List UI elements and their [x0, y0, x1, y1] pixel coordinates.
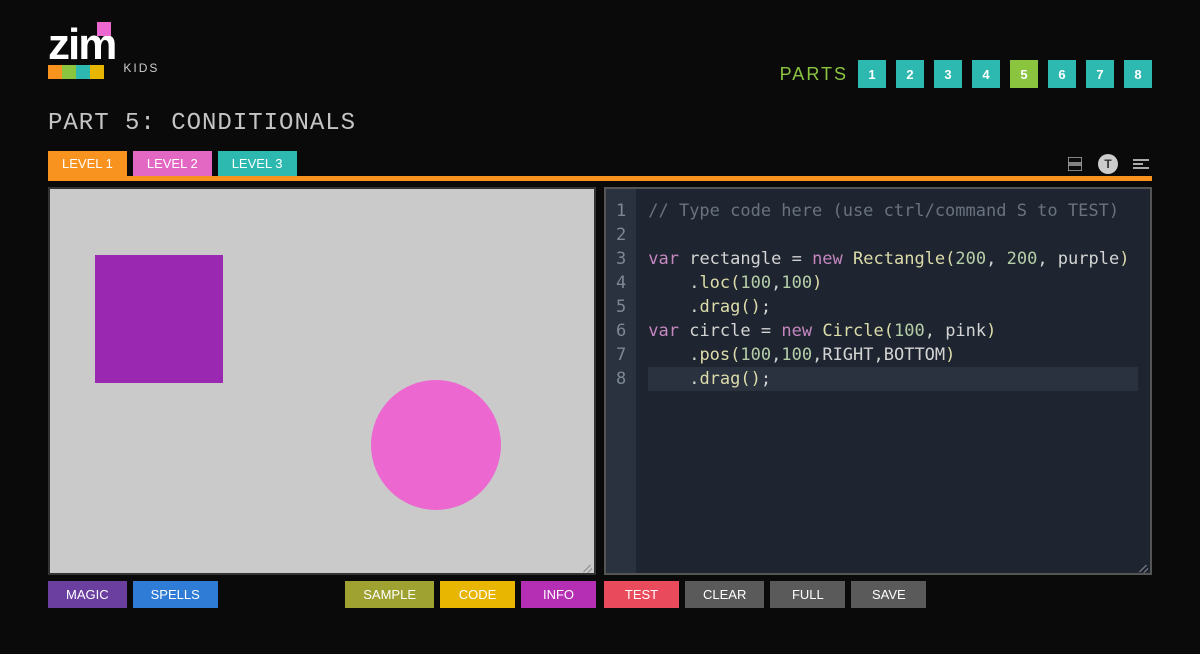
part-button-8[interactable]: 8 [1124, 60, 1152, 88]
page-title: PART 5: CONDITIONALS [0, 88, 1200, 137]
spells-button[interactable]: SPELLS [133, 581, 218, 608]
level-tab-3[interactable]: LEVEL 3 [218, 151, 297, 176]
magic-button[interactable]: MAGIC [48, 581, 127, 608]
wrap-icon[interactable] [1132, 155, 1150, 173]
editor-toolbar: T [1066, 154, 1152, 174]
parts-label: PARTS [780, 64, 848, 85]
level-tab-2[interactable]: LEVEL 2 [133, 151, 212, 176]
canvas-circle[interactable] [371, 380, 501, 510]
canvas-output[interactable] [48, 187, 596, 575]
logo[interactable]: zim KIDS [48, 25, 159, 79]
part-button-3[interactable]: 3 [934, 60, 962, 88]
resize-handle-icon[interactable] [1138, 561, 1148, 571]
code-area[interactable]: // Type code here (use ctrl/command S to… [636, 189, 1150, 573]
line-gutter: 12345678 [606, 189, 636, 573]
save-button[interactable]: SAVE [851, 581, 926, 608]
level-tab-1[interactable]: LEVEL 1 [48, 151, 127, 176]
canvas-rectangle[interactable] [95, 255, 223, 383]
code-editor[interactable]: 12345678 // Type code here (use ctrl/com… [604, 187, 1152, 575]
theme-icon[interactable]: T [1098, 154, 1118, 174]
part-button-6[interactable]: 6 [1048, 60, 1076, 88]
footer-left: MAGICSPELLS SAMPLECODEINFO [48, 581, 596, 608]
sample-button[interactable]: SAMPLE [345, 581, 434, 608]
layout-icon[interactable] [1066, 155, 1084, 173]
logo-colorbar [48, 65, 115, 79]
clear-button[interactable]: CLEAR [685, 581, 764, 608]
part-button-5[interactable]: 5 [1010, 60, 1038, 88]
footer-right: TESTCLEARFULLSAVE [604, 581, 1152, 608]
full-button[interactable]: FULL [770, 581, 845, 608]
logo-kids: KIDS [123, 61, 159, 79]
test-button[interactable]: TEST [604, 581, 679, 608]
code-button[interactable]: CODE [440, 581, 515, 608]
part-button-1[interactable]: 1 [858, 60, 886, 88]
level-tabs: LEVEL 1LEVEL 2LEVEL 3 [48, 151, 297, 176]
info-button[interactable]: INFO [521, 581, 596, 608]
part-button-4[interactable]: 4 [972, 60, 1000, 88]
parts-nav: PARTS 12345678 [780, 25, 1152, 88]
part-button-7[interactable]: 7 [1086, 60, 1114, 88]
part-button-2[interactable]: 2 [896, 60, 924, 88]
resize-handle-icon[interactable] [582, 561, 592, 571]
